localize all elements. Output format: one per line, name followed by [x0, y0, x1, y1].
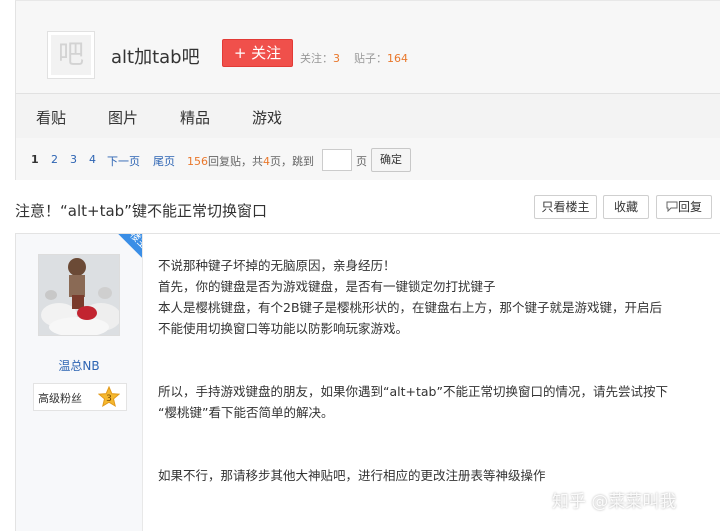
forum-stats: 关注：3 贴子：164 [300, 50, 408, 66]
thread-title-bar: 注意！“alt+tab”键不能正常切换窗口 只看楼主 收藏 回复 [0, 190, 720, 228]
author-photo [39, 255, 119, 335]
page-1[interactable]: 1 [31, 153, 39, 166]
post-count-label: 贴子： [354, 52, 387, 65]
author-panel: 楼主 温总NB 高级粉丝 3 [15, 234, 143, 531]
post-line: “樱桃键”看下能否简单的解决。 [158, 405, 334, 420]
post-count: 164 [387, 52, 408, 65]
page-unit: 页 [356, 155, 367, 168]
post-line: 不能使用切换窗口等功能以防影响玩家游戏。 [158, 321, 409, 336]
level-star-icon: 3 [98, 386, 120, 408]
watermark: 知乎 @菜菜叫我 [552, 492, 677, 512]
reply-summary: 156回复贴，共4页，跳到 [187, 153, 314, 169]
favorite-button[interactable]: 收藏 [603, 195, 649, 219]
level-title: 高级粉丝 [38, 392, 82, 405]
follow-button[interactable]: + 关注 [222, 39, 293, 67]
forum-name[interactable]: alt加tab吧 [111, 43, 200, 69]
nav-item-images[interactable]: 图片 [108, 107, 138, 128]
forum-nav: 看贴 图片 精品 游戏 [15, 93, 720, 139]
author-name[interactable]: 温总NB [16, 357, 142, 374]
follow-count: 3 [333, 52, 340, 65]
post-line: 所以，手持游戏键盘的朋友，如果你遇到“alt+tab”不能正常切换窗口的情况，请… [158, 384, 668, 399]
last-page-link[interactable]: 尾页 [153, 153, 175, 169]
page-text: 页， [270, 155, 292, 168]
forum-avatar-char: 吧 [51, 35, 91, 75]
post-line: 首先，你的键盘是否为游戏键盘，是否有一键锁定勿打扰键子 [158, 279, 496, 294]
pager: 1 2 3 4 下一页 尾页 156回复贴，共4页，跳到 页 确定 [15, 138, 720, 180]
level-box[interactable]: 高级粉丝 3 [33, 383, 127, 411]
post-line: 不说那种键子坏掉的无脑原因，亲身经历！ [158, 258, 396, 273]
author-avatar[interactable] [38, 254, 120, 336]
forum-header: 吧 alt加tab吧 + 关注 关注：3 贴子：164 [15, 0, 720, 94]
nav-item-featured[interactable]: 精品 [180, 107, 210, 128]
nav-item-games[interactable]: 游戏 [252, 107, 282, 128]
reply-button[interactable]: 回复 [656, 195, 712, 219]
reply-label: 回复 [677, 200, 702, 214]
speech-bubble-icon [666, 201, 678, 213]
nav-item-posts[interactable]: 看贴 [36, 107, 66, 128]
page-total: 4 [263, 155, 270, 168]
post-content: 不说那种键子坏掉的无脑原因，亲身经历！ 首先，你的键盘是否为游戏键盘，是否有一键… [158, 255, 713, 486]
reply-text: 回复贴，共 [208, 155, 263, 168]
thread-title: 注意！“alt+tab”键不能正常切换窗口 [15, 202, 267, 220]
follow-count-label: 关注： [300, 52, 333, 65]
post-line: 如果不行，那请移步其他大神贴吧，进行相应的更改注册表等神级操作 [158, 468, 546, 483]
page-3[interactable]: 3 [70, 153, 77, 166]
next-page-link[interactable]: 下一页 [107, 153, 140, 169]
post-line: 本人是樱桃键盘，有个2B键子是樱桃形状的，在键盘右上方，那个键子就是游戏键，开启… [158, 300, 663, 315]
forum-avatar[interactable]: 吧 [47, 31, 95, 79]
confirm-button[interactable]: 确定 [371, 148, 411, 172]
reply-count: 156 [187, 155, 208, 168]
level-number: 3 [106, 394, 112, 404]
jump-page-input[interactable] [322, 149, 352, 171]
only-op-button[interactable]: 只看楼主 [534, 195, 597, 219]
jump-text: 跳到 [292, 155, 314, 168]
page-4[interactable]: 4 [89, 153, 96, 166]
page-2[interactable]: 2 [51, 153, 58, 166]
